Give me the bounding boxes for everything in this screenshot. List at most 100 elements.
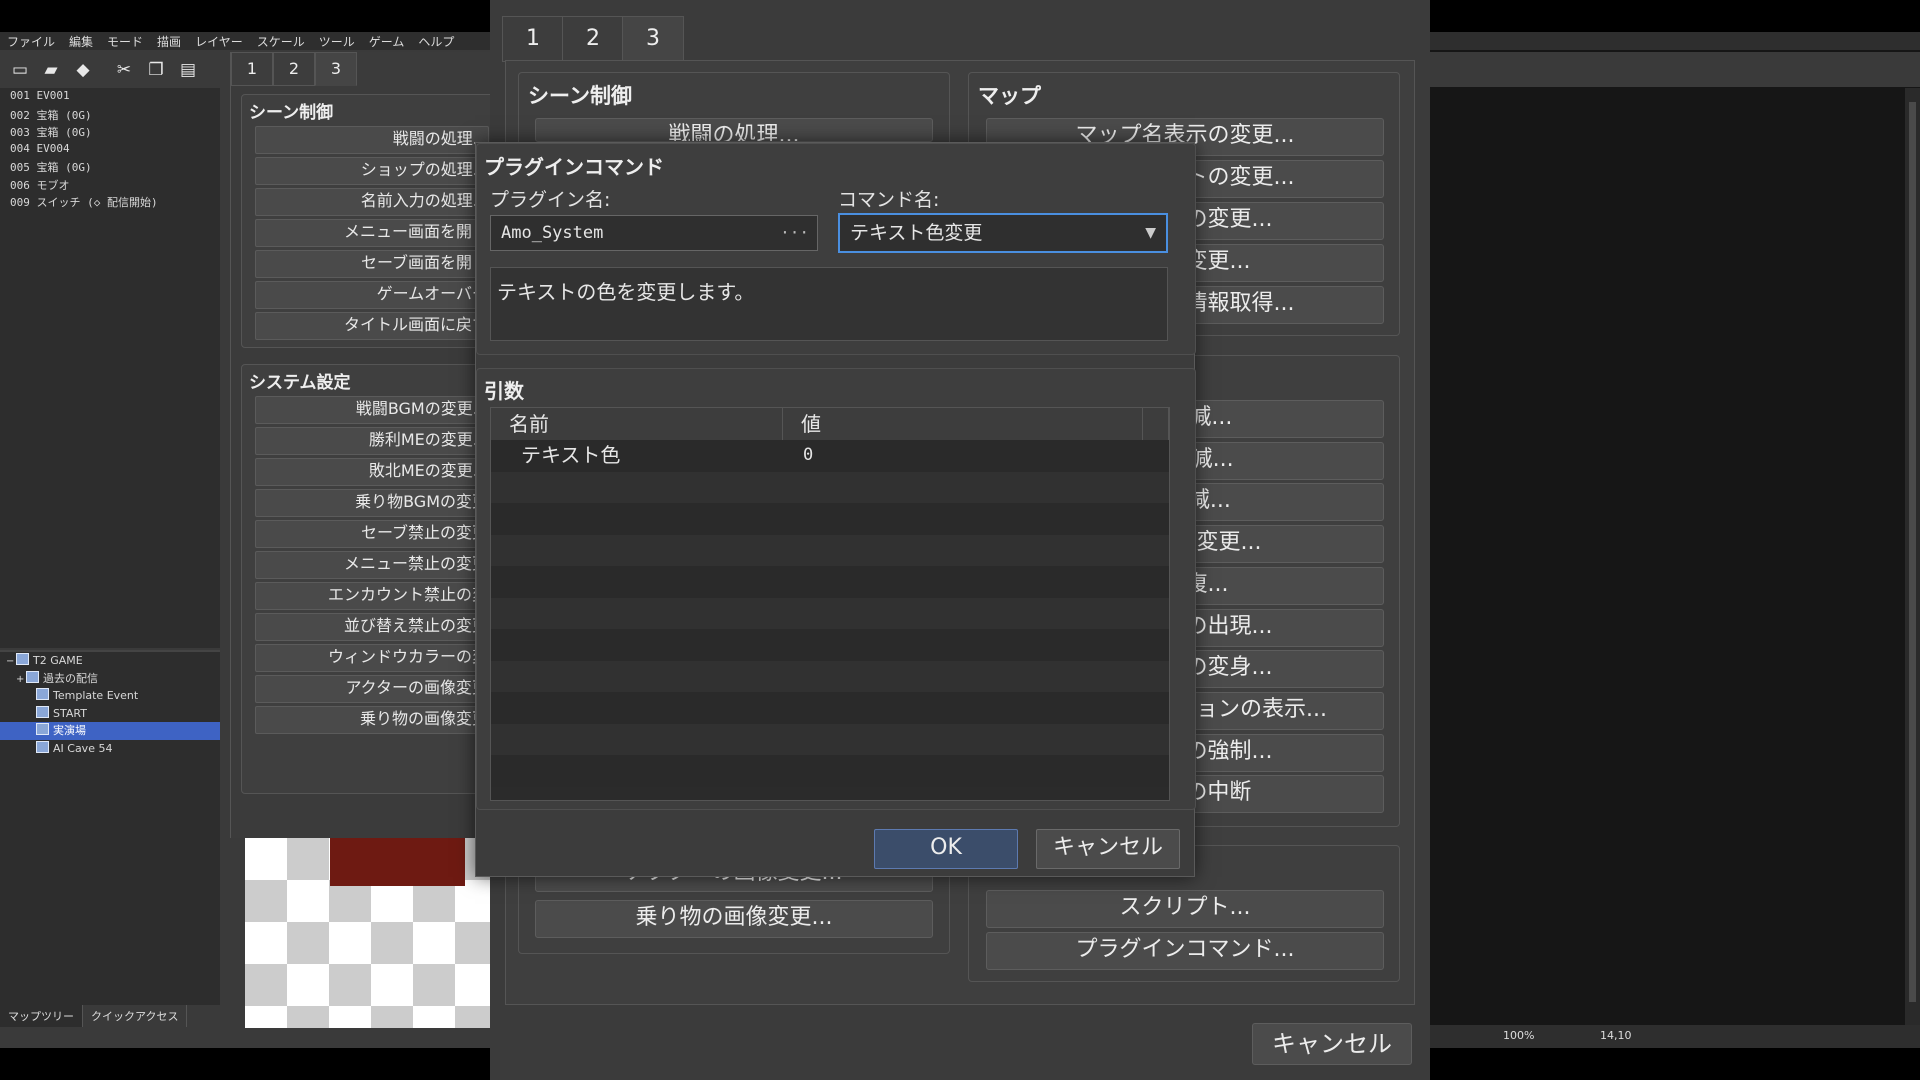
- map-icon: [36, 705, 49, 718]
- tab-map-tree[interactable]: マップツリー: [0, 1005, 83, 1027]
- tree-item[interactable]: Template Event: [0, 687, 220, 705]
- tree-item[interactable]: AI Cave 54: [0, 740, 220, 758]
- tree-item-label: T2 GAME: [33, 654, 83, 667]
- map-tree[interactable]: − T2 GAME + 過去の配信 Template Event START 実演場 AI C…: [0, 650, 220, 1005]
- old-system-button[interactable]: 乗り物の画像変更: [255, 706, 489, 734]
- tree-item-label: Template Event: [53, 689, 139, 702]
- copy-icon[interactable]: ❐: [146, 60, 166, 80]
- list-item[interactable]: 004 EV004: [0, 141, 220, 159]
- dialog-cancel-button[interactable]: キャンセル: [1036, 829, 1180, 869]
- old-scene-button[interactable]: ゲームオーバー: [255, 281, 489, 309]
- menu-item[interactable]: レイヤー: [188, 32, 250, 51]
- table-row[interactable]: [491, 597, 1169, 629]
- table-row[interactable]: テキスト色 0: [491, 440, 1169, 472]
- tab-3[interactable]: 3: [622, 16, 684, 62]
- menu-item[interactable]: スケール: [250, 32, 312, 51]
- menu-item[interactable]: モード: [100, 32, 150, 51]
- map-canvas[interactable]: [1430, 32, 1920, 1048]
- menu-item[interactable]: ゲーム: [362, 32, 412, 51]
- old-tab-2[interactable]: 2: [273, 52, 315, 86]
- tree-item-label: 実演場: [53, 724, 86, 737]
- menu-item[interactable]: 編集: [62, 32, 100, 51]
- table-row[interactable]: [491, 566, 1169, 598]
- old-scene-button[interactable]: 名前入力の処理...: [255, 188, 489, 216]
- ok-button[interactable]: OK: [874, 829, 1018, 869]
- old-scene-button[interactable]: メニュー画面を開く: [255, 219, 489, 247]
- old-scene-button[interactable]: ショップの処理...: [255, 157, 489, 185]
- old-system-button[interactable]: 敗北MEの変更...: [255, 458, 489, 486]
- menu-item[interactable]: ツール: [312, 32, 362, 51]
- old-tab-1[interactable]: 1: [231, 52, 273, 86]
- old-scene-button[interactable]: セーブ画面を開く: [255, 250, 489, 278]
- old-tab-3[interactable]: 3: [315, 52, 357, 86]
- tree-item[interactable]: START: [0, 705, 220, 723]
- command-name-select[interactable]: テキスト色変更 ▼: [838, 213, 1168, 253]
- menu-item[interactable]: 描画: [150, 32, 188, 51]
- table-row[interactable]: [491, 723, 1169, 755]
- menu-item[interactable]: ヘルプ: [411, 32, 461, 51]
- table-row[interactable]: [491, 660, 1169, 692]
- old-system-button[interactable]: 戦闘BGMの変更...: [255, 396, 489, 424]
- event-command-dialog-background: 1 2 3 シーン制御 戦闘の処理... ショップの処理... 名前入力の処理...…: [230, 52, 513, 838]
- list-item[interactable]: 002 宝箱 (0G): [0, 106, 220, 124]
- menu-item[interactable]: ファイル: [0, 32, 62, 51]
- old-system-button[interactable]: セーブ禁止の変更: [255, 520, 489, 548]
- battle-processing-button[interactable]: 戦闘の処理...: [535, 118, 933, 142]
- old-system-button[interactable]: アクターの画像変更: [255, 675, 489, 703]
- paste-icon[interactable]: ▤: [178, 60, 198, 80]
- expander-icon[interactable]: −: [6, 653, 16, 670]
- arguments-rows: テキスト色 0: [491, 440, 1169, 800]
- toolbar: ▭ ▰ ◆ ✂ ❐ ▤: [0, 52, 230, 86]
- tree-item-label: START: [53, 706, 87, 720]
- tab-2[interactable]: 2: [562, 16, 624, 62]
- old-scene-button[interactable]: タイトル画面に戻す: [255, 312, 489, 340]
- plugin-name-field[interactable]: Amo_System ···: [490, 215, 818, 251]
- map-icon: [36, 688, 49, 700]
- old-system-button[interactable]: ウィンドウカラーの変: [255, 644, 489, 672]
- table-row[interactable]: [491, 471, 1169, 503]
- tree-item[interactable]: + 過去の配信: [0, 670, 220, 688]
- table-row[interactable]: [491, 503, 1169, 535]
- old-system-button[interactable]: 勝利MEの変更...: [255, 427, 489, 455]
- event-list[interactable]: 001 EV001 002 宝箱 (0G) 003 宝箱 (0G) 004 EV004…: [0, 88, 220, 648]
- plugin-browse-button[interactable]: ···: [780, 216, 809, 250]
- list-item[interactable]: 003 宝箱 (0G): [0, 123, 220, 141]
- cursor-coords: 14,10: [1600, 1029, 1632, 1042]
- tab-1[interactable]: 1: [502, 16, 564, 62]
- old-system-button[interactable]: 並び替え禁止の変更: [255, 613, 489, 641]
- table-row[interactable]: [491, 692, 1169, 724]
- old-scene-button[interactable]: 戦闘の処理...: [255, 126, 489, 154]
- new-file-icon[interactable]: ▭: [10, 60, 30, 80]
- column-header-name[interactable]: 名前: [491, 408, 783, 440]
- old-system-button[interactable]: 乗り物BGMの変更: [255, 489, 489, 517]
- map-icon: [26, 670, 39, 683]
- argument-name: テキスト色: [521, 443, 621, 467]
- cut-icon[interactable]: ✂: [114, 60, 134, 80]
- tree-item-label: AI Cave 54: [53, 741, 113, 755]
- tab-quick-access[interactable]: クイックアクセス: [83, 1005, 188, 1027]
- scrollbar-thumb[interactable]: [1909, 102, 1916, 1002]
- vertical-scrollbar[interactable]: [1905, 88, 1920, 1025]
- save-icon[interactable]: ◆: [73, 60, 93, 80]
- plugin-command-dialog: プラグインコマンド プラグイン名: Amo_System ··· コマンド名: …: [475, 142, 1196, 877]
- expander-icon[interactable]: +: [16, 671, 26, 688]
- old-system-button[interactable]: メニュー禁止の変更: [255, 551, 489, 579]
- open-folder-icon[interactable]: ▰: [41, 60, 61, 80]
- list-item[interactable]: 001 EV001: [0, 88, 220, 106]
- old-system-button[interactable]: エンカウント禁止の変: [255, 582, 489, 610]
- argument-value[interactable]: 0: [803, 440, 813, 471]
- table-row[interactable]: [491, 534, 1169, 566]
- table-row[interactable]: [491, 755, 1169, 787]
- tree-item[interactable]: 実演場: [0, 722, 220, 740]
- list-item[interactable]: 006 モブオ: [0, 176, 220, 194]
- list-item[interactable]: 009 スイッチ (◇ 配信開始): [0, 193, 220, 211]
- script-button[interactable]: スクリプト...: [986, 890, 1384, 928]
- list-item[interactable]: 005 宝箱 (0G): [0, 158, 220, 176]
- tree-item[interactable]: − T2 GAME: [0, 652, 220, 670]
- column-header-value[interactable]: 値: [783, 408, 1143, 440]
- cancel-button[interactable]: キャンセル: [1252, 1023, 1412, 1065]
- arguments-table[interactable]: 名前 値 テキスト色 0: [490, 407, 1170, 801]
- table-row[interactable]: [491, 629, 1169, 661]
- plugin-command-button[interactable]: プラグインコマンド...: [986, 932, 1384, 970]
- change-vehicle-image-button[interactable]: 乗り物の画像変更...: [535, 900, 933, 938]
